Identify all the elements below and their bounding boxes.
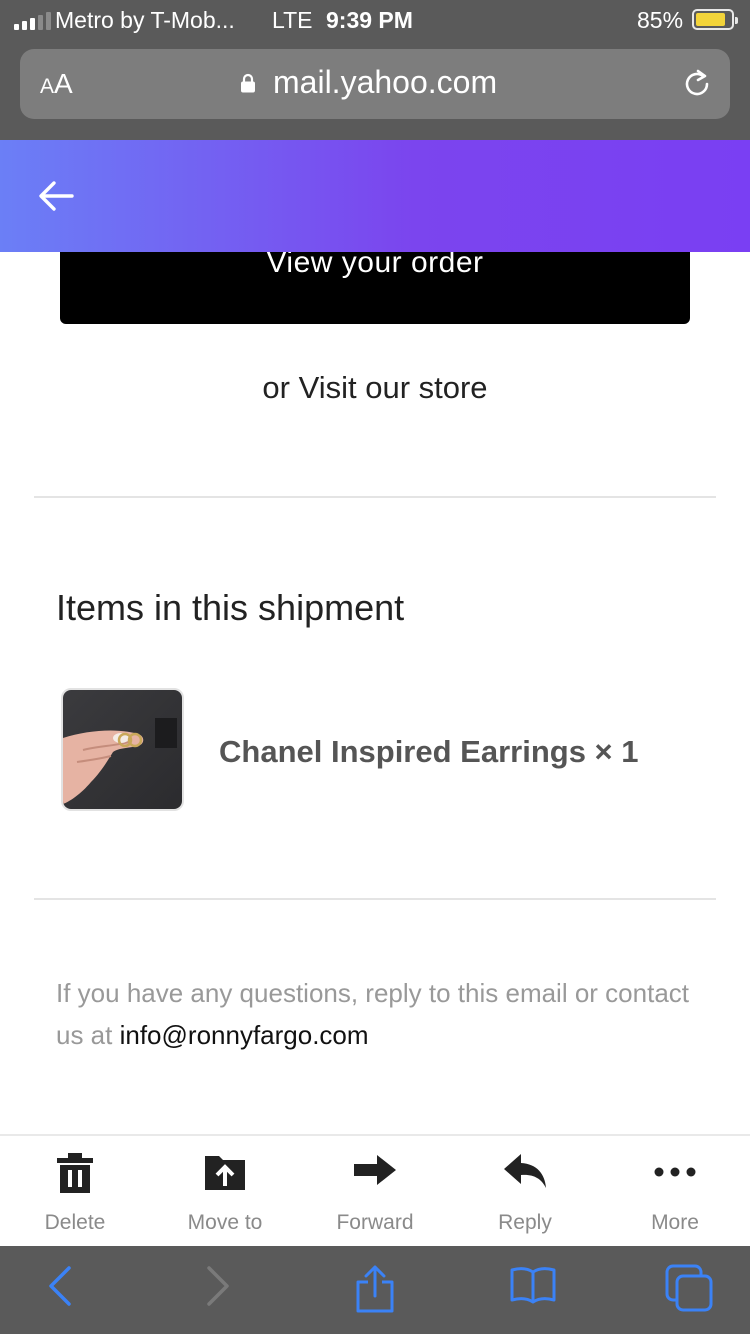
footer-contact-text: If you have any questions, reply to this… [56,972,696,1056]
item-photo [63,690,182,809]
bookmarks-button[interactable] [503,1264,563,1314]
reply-label: Reply [498,1211,552,1234]
forward-arrow-icon [354,1155,396,1185]
more-dots-icon [654,1167,696,1177]
reply-button[interactable]: Reply [450,1136,600,1248]
more-button[interactable]: More [600,1136,750,1248]
signal-strength-icon [14,12,51,30]
move-to-label: Move to [187,1211,263,1234]
tabs-icon [665,1264,713,1312]
reload-icon[interactable] [680,67,714,101]
email-body: View your order or Visit our store Items… [0,252,750,1134]
shipment-heading: Items in this shipment [56,587,405,628]
item-thumbnail [61,688,184,811]
safari-toolbar [0,1246,750,1334]
network-type: LTE [272,7,313,33]
back-chevron-icon [49,1266,71,1306]
browser-top-chrome: Metro by T-Mob... LTE 9:39 PM 85% AA mai… [0,0,750,140]
divider [34,898,716,900]
contact-email-link[interactable]: info@ronnyfargo.com [120,1020,369,1050]
view-order-button[interactable]: View your order [60,252,690,324]
move-folder-icon [205,1156,245,1190]
more-label: More [651,1211,699,1234]
browser-back-button[interactable] [30,1264,90,1314]
safari-address-bar[interactable]: AA mail.yahoo.com [20,49,730,119]
trash-icon [57,1153,93,1193]
lock-icon [241,73,255,93]
mail-header [0,140,750,252]
url-text[interactable]: mail.yahoo.com [273,64,497,101]
delete-label: Delete [44,1211,106,1234]
forward-label: Forward [336,1211,414,1234]
divider [34,496,716,498]
view-order-label: View your order [266,252,484,279]
delete-button[interactable]: Delete [0,1136,150,1248]
reply-arrow-icon [504,1154,546,1188]
move-to-button[interactable]: Move to [150,1136,300,1248]
forward-chevron-icon [207,1266,229,1306]
text-size-button[interactable]: AA [40,68,73,100]
status-bar: Metro by T-Mob... LTE 9:39 PM 85% [0,0,750,40]
battery-percent: 85% [637,7,684,33]
share-button[interactable] [345,1264,405,1314]
visit-store-link-row: or Visit our store [0,370,750,406]
bookmarks-icon [510,1267,556,1304]
back-arrow-icon[interactable] [36,178,76,214]
mail-action-toolbar: Delete Move to Forward Reply More [0,1134,750,1246]
browser-forward-button[interactable] [188,1264,248,1314]
share-icon [356,1265,394,1313]
tabs-button[interactable] [660,1264,720,1314]
status-time: 9:39 PM [326,7,413,33]
battery-icon [692,9,738,30]
item-name: Chanel Inspired Earrings × 1 [219,734,639,769]
carrier-name: Metro by T-Mob... [55,7,235,33]
visit-store-link[interactable]: or Visit our store [262,370,487,405]
forward-button[interactable]: Forward [300,1136,450,1248]
